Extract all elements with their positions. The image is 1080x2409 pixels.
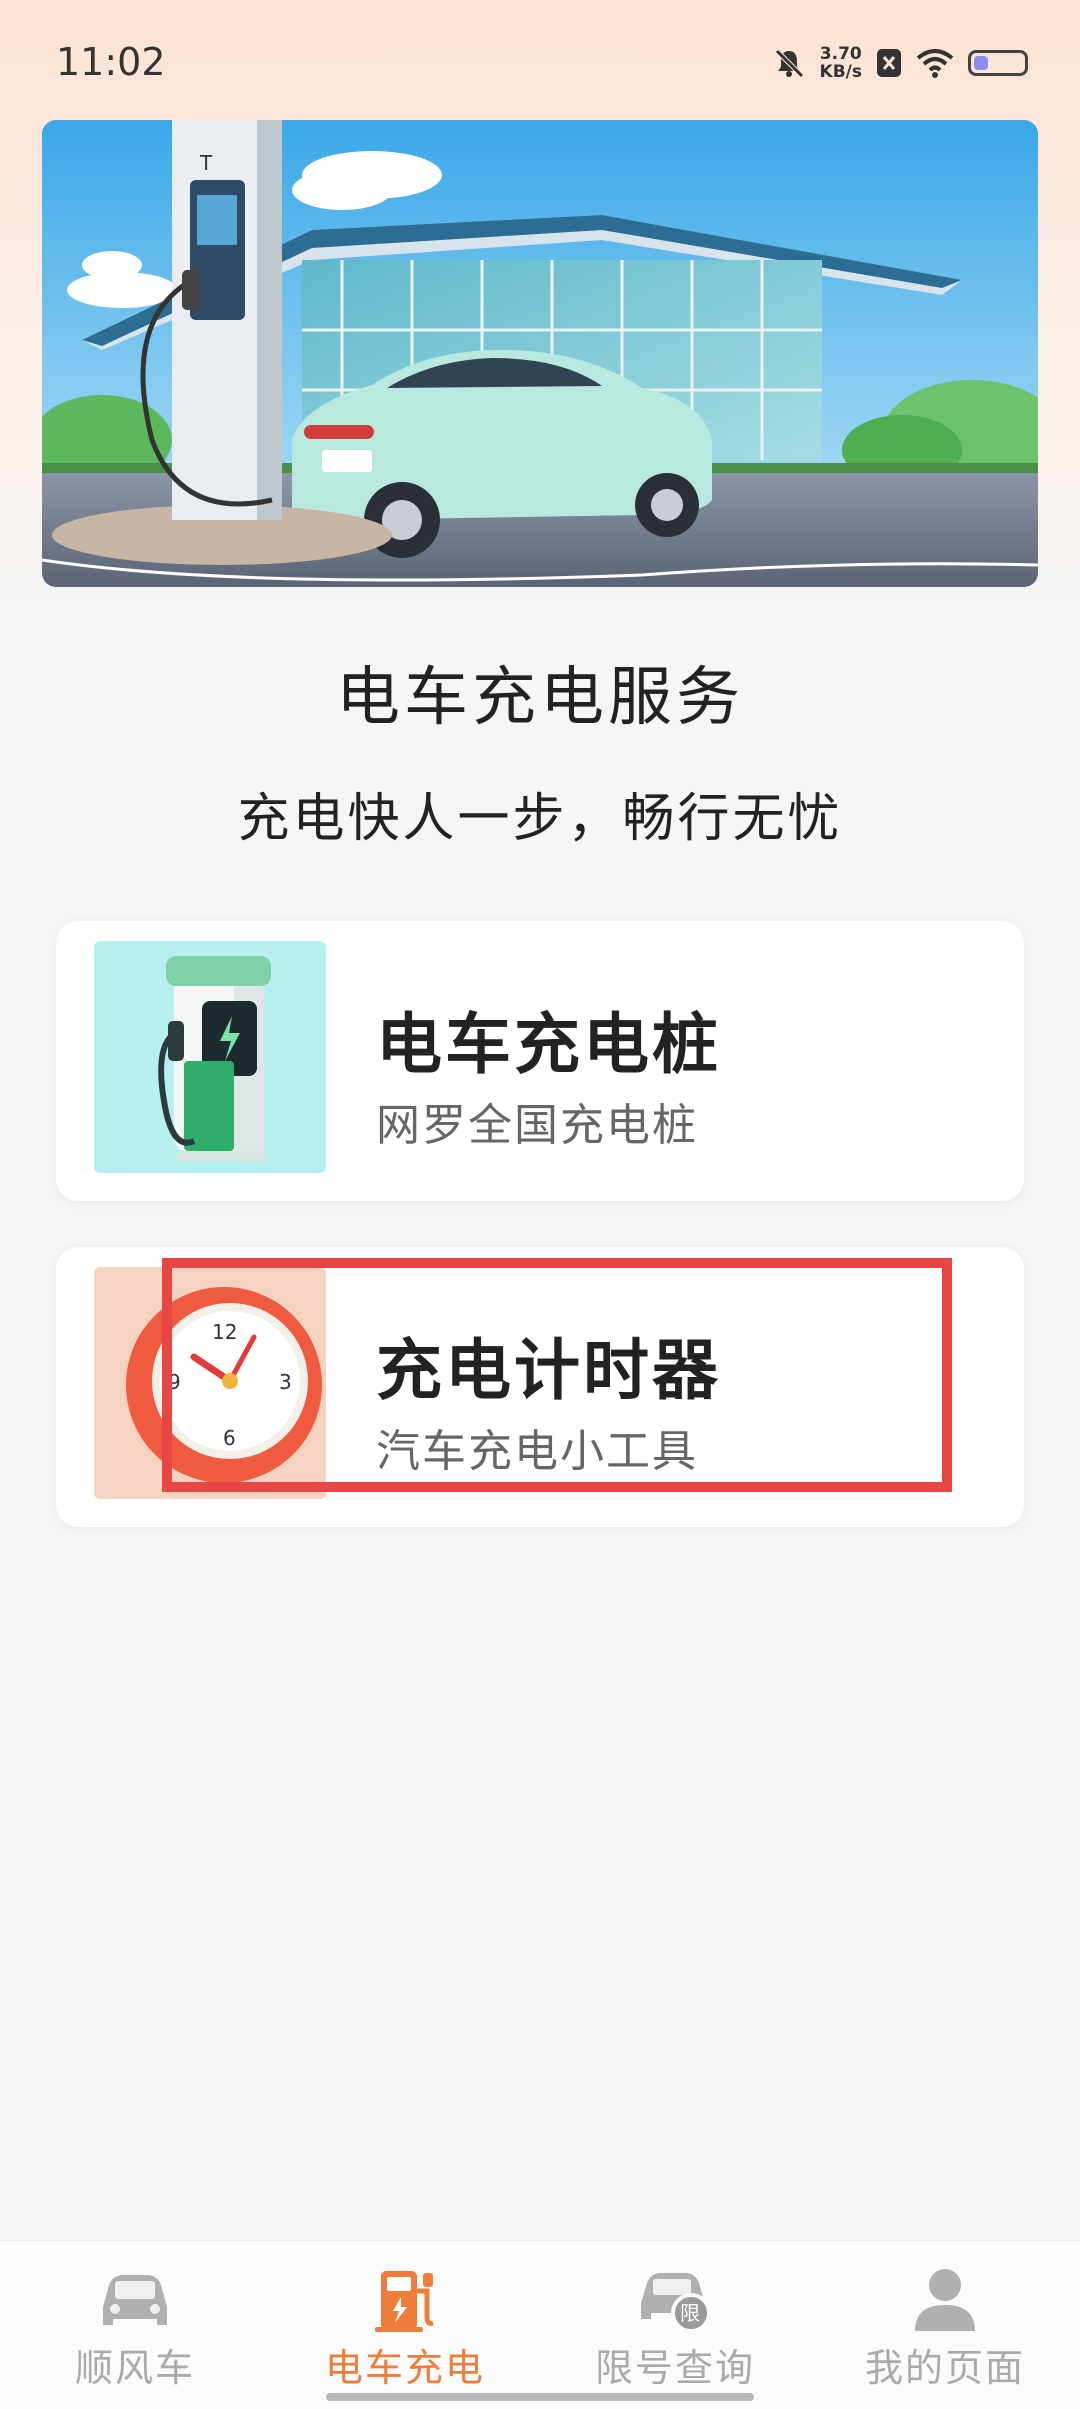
nav-label: 我的页面 (864, 2346, 1025, 2390)
svg-text:T: T (199, 151, 213, 175)
network-speed: 3.70 KB/s (820, 45, 862, 81)
nav-item-ev-charging[interactable]: 电车充电 (270, 2241, 540, 2391)
sim-x-icon (877, 49, 901, 77)
nav-label: 限号查询 (594, 2346, 755, 2390)
nav-item-plate-restriction[interactable]: 限 限号查询 (540, 2241, 810, 2391)
speed-unit: KB/s (819, 62, 862, 82)
home-indicator (326, 2393, 754, 2401)
highlight-box (162, 1258, 952, 1492)
charging-station-icon (375, 2271, 434, 2332)
nav-item-my-page[interactable]: 我的页面 (810, 2241, 1080, 2391)
mute-bell-icon (774, 49, 804, 78)
card-subtitle: 网罗全国充电桩 (376, 1100, 698, 1151)
car-icon (103, 2275, 167, 2325)
bottom-nav: 顺风车 电车充电 限 限号查询 我的页面 (0, 2240, 1080, 2409)
nav-label: 电车充电 (324, 2346, 485, 2390)
nav-label: 顺风车 (74, 2346, 195, 2390)
restricted-car-icon: 限 (641, 2273, 711, 2333)
page-subtitle: 充电快人一步，畅行无忧 (237, 789, 843, 849)
person-icon (915, 2269, 975, 2331)
charging-pile-card[interactable]: 电车充电桩 网罗全国充电桩 (56, 921, 1024, 1201)
charging-pile-icon (94, 941, 326, 1173)
nav-item-carpool[interactable]: 顺风车 (0, 2241, 270, 2391)
wifi-icon (916, 49, 954, 78)
status-icons: 3.70 KB/s (772, 38, 1028, 88)
status-bar: 11:02 3.70 KB/s (0, 0, 1080, 124)
status-time: 11:02 (56, 40, 166, 84)
speed-value: 3.70 (819, 44, 862, 64)
hero-banner-image: T (42, 120, 1038, 587)
page-title: 电车充电服务 (336, 661, 744, 735)
card-title: 电车充电桩 (376, 1006, 721, 1083)
battery-level (974, 56, 988, 70)
battery-icon (968, 50, 1028, 76)
svg-text:限: 限 (680, 2301, 700, 2325)
